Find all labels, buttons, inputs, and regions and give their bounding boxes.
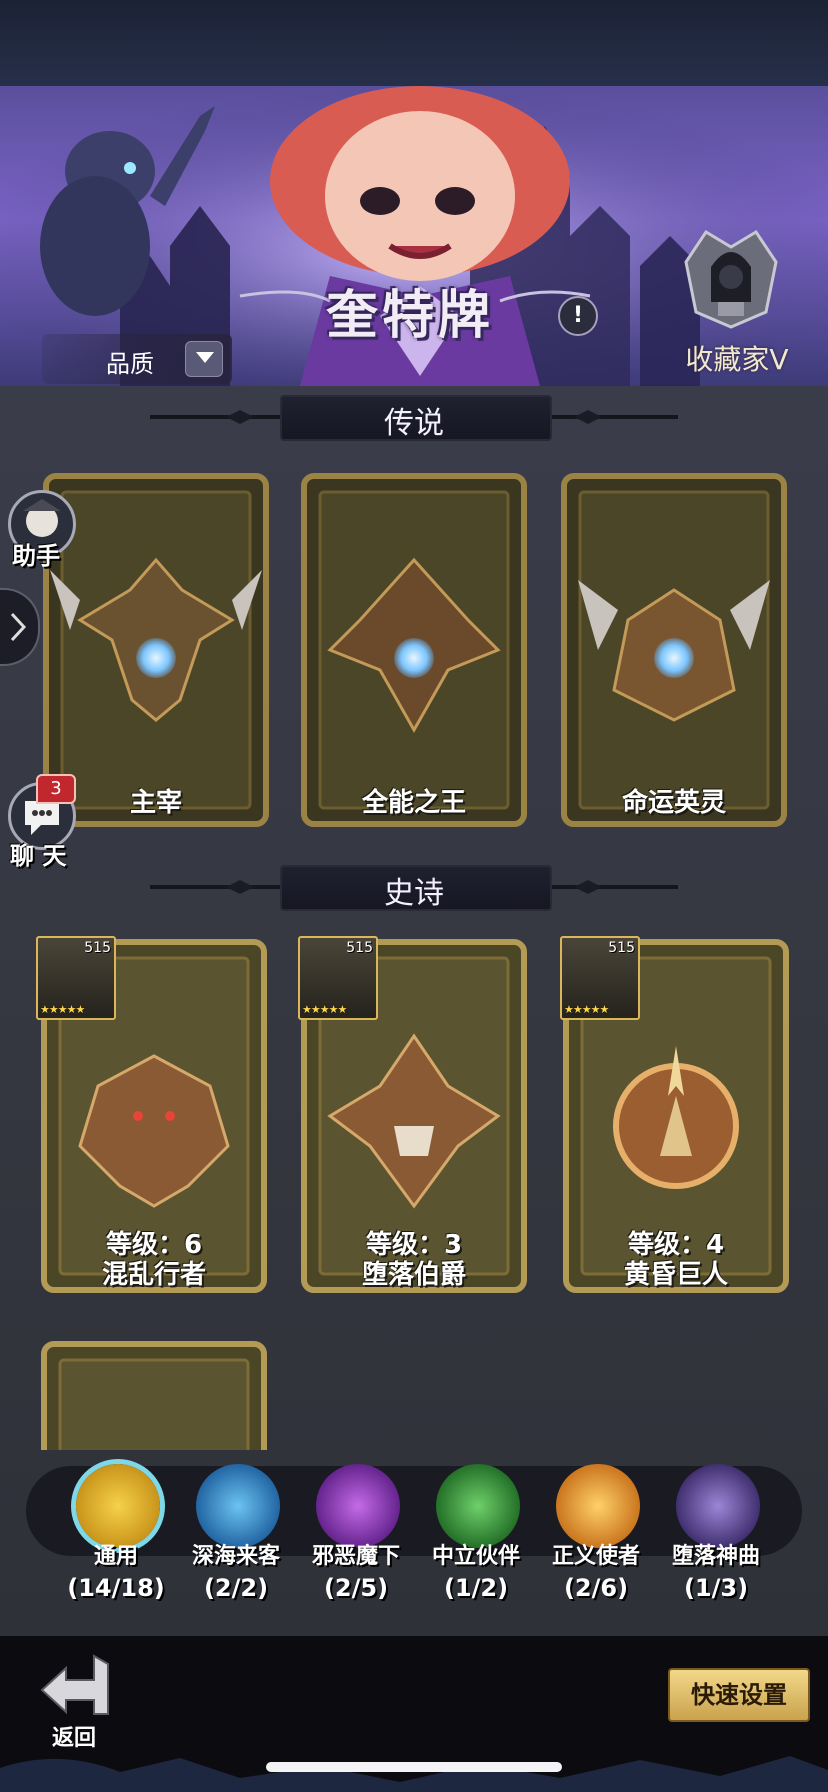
hero-level: 515 [346, 940, 373, 956]
section-header-legendary: 传说 [0, 392, 828, 441]
hero-level: 515 [84, 940, 111, 956]
lock-icon [394, 638, 434, 678]
faction-general-icon [76, 1464, 160, 1548]
card-epic-2[interactable]: 515 ★★★★★ 等级：3 堕落伯爵 [298, 936, 530, 1296]
section-title: 传说 [384, 406, 444, 441]
faction-name: 堕落神曲 [671, 1544, 760, 1569]
section-title: 史诗 [384, 876, 444, 911]
card-name: 堕落伯爵 [361, 1260, 466, 1290]
card-name: 全能之王 [361, 788, 466, 818]
faction-tab-general[interactable]: 通用 (14/18) [56, 1464, 176, 1634]
faction-fallen-icon [676, 1464, 760, 1548]
faction-count: (14/18) [67, 1574, 165, 1602]
quality-dropdown-button[interactable] [185, 341, 223, 377]
faction-deep-sea-icon [196, 1464, 280, 1548]
quality-label: 品质 [106, 350, 154, 378]
chat-notification-badge: 3 [36, 774, 76, 804]
hero-avatar: 515 ★★★★★ [560, 936, 640, 1020]
faction-count: (2/6) [563, 1574, 629, 1602]
chevron-right-icon [10, 612, 27, 642]
expand-tab[interactable] [0, 588, 40, 666]
card-epic-3[interactable]: 515 ★★★★★ 等级：4 黄昏巨人 [560, 936, 792, 1296]
faction-tab-justice[interactable]: 正义使者 (2/6) [536, 1464, 656, 1634]
quick-setup-button[interactable]: 快速设置 [668, 1668, 810, 1722]
hero-stars: ★★★★★ [302, 1003, 347, 1016]
faction-name: 深海来客 [191, 1544, 280, 1569]
hero-level: 515 [608, 940, 635, 956]
page-title: 奎特牌 [325, 285, 494, 346]
card-name: 混乱行者 [101, 1260, 206, 1290]
faction-name: 中立伙伴 [431, 1544, 520, 1569]
faction-evil-icon [316, 1464, 400, 1548]
card-name: 黄昏巨人 [623, 1260, 728, 1290]
info-icon[interactable]: ! [558, 296, 598, 336]
hero-stars: ★★★★★ [564, 1003, 609, 1016]
faction-count: (2/2) [203, 1574, 269, 1602]
faction-name: 通用 [93, 1544, 138, 1569]
faction-count: (1/3) [683, 1574, 749, 1602]
hero-stars: ★★★★★ [40, 1003, 85, 1016]
lock-icon [136, 638, 176, 678]
collector-label: 收藏家V [685, 343, 789, 376]
hero-avatar: 515 ★★★★★ [298, 936, 378, 1020]
faction-count: (1/2) [443, 1574, 509, 1602]
faction-justice-icon [556, 1464, 640, 1548]
card-legendary-2[interactable]: 全能之王 [298, 470, 530, 830]
lock-icon [654, 638, 694, 678]
card-name: 命运英灵 [621, 788, 726, 818]
hero-avatar: 515 ★★★★★ [36, 936, 116, 1020]
collector-badge-icon[interactable] [676, 222, 786, 332]
chat-label: 聊 天 [10, 842, 67, 870]
faction-count: (2/5) [323, 1574, 389, 1602]
top-frame [0, 0, 828, 88]
faction-tab-deep-sea[interactable]: 深海来客 (2/2) [176, 1464, 296, 1634]
faction-tab-fallen[interactable]: 堕落神曲 (1/3) [656, 1464, 776, 1634]
faction-neutral-icon [436, 1464, 520, 1548]
faction-tab-neutral[interactable]: 中立伙伴 (1/2) [416, 1464, 536, 1634]
faction-tab-evil[interactable]: 邪恶魔下 (2/5) [296, 1464, 416, 1634]
faction-name: 邪恶魔下 [311, 1544, 400, 1569]
section-header-epic: 史诗 [0, 862, 828, 911]
card-epic-1[interactable]: 515 ★★★★★ 等级：6 混乱行者 [36, 936, 270, 1296]
quality-filter[interactable]: 品质 [42, 334, 232, 384]
card-legendary-3[interactable]: 命运英灵 [558, 470, 790, 830]
card-epic-4[interactable] [38, 1338, 270, 1450]
assistant-label: 助手 [12, 542, 60, 570]
back-arrow-icon[interactable] [36, 1652, 116, 1722]
faction-name: 正义使者 [551, 1544, 640, 1569]
home-indicator [266, 1762, 562, 1772]
triangle-down-icon [196, 352, 214, 363]
